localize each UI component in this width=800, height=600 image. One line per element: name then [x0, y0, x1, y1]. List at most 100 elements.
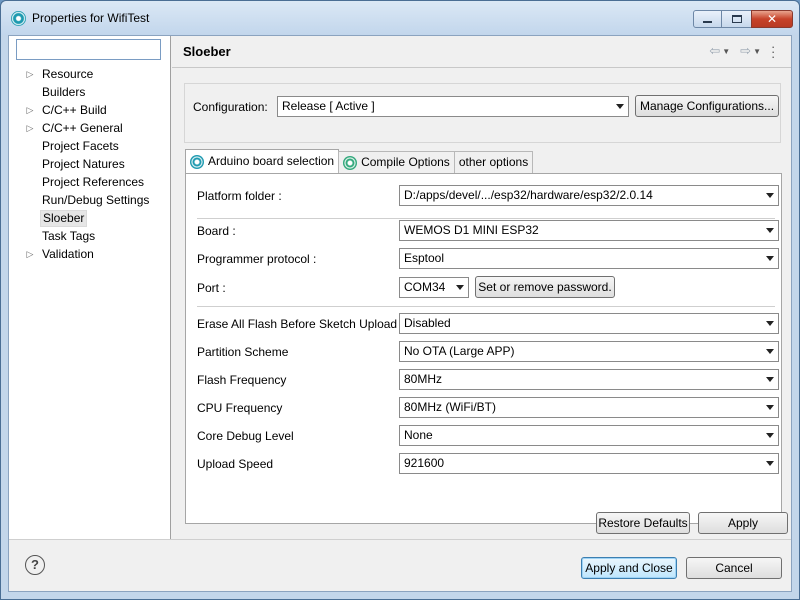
option-label: Flash Frequency — [197, 373, 287, 387]
cpu-frequency-select[interactable]: 80MHz (WiFi/BT) — [399, 397, 779, 418]
option-value: 80MHz — [404, 372, 443, 386]
help-icon[interactable]: ? — [25, 555, 45, 575]
filter-input[interactable] — [16, 39, 161, 60]
sidebar-item-project-facets[interactable]: Project Facets — [9, 137, 169, 155]
chevron-down-icon — [766, 193, 774, 198]
minimize-button[interactable] — [693, 10, 722, 28]
chevron-down-icon — [766, 228, 774, 233]
sidebar-item-label: Project Facets — [42, 139, 119, 153]
sidebar-item-sloeber[interactable]: Sloeber — [9, 209, 169, 227]
property-page: Sloeber ⇦ ▼ ⇨ ▼ · · · Configuration: Relea… — [172, 36, 791, 539]
core-debug-level-select[interactable]: None — [399, 425, 779, 446]
expand-arrow-icon[interactable]: ▷ — [25, 119, 35, 137]
sidebar-item-label: Project References — [42, 175, 145, 189]
tab-other-options[interactable]: other options — [453, 151, 534, 173]
manage-configurations-button[interactable]: Manage Configurations... — [635, 95, 779, 117]
option-label: CPU Frequency — [197, 401, 283, 415]
tab-arduino-board-selection[interactable]: Arduino board selection — [185, 149, 340, 173]
option-label: Erase All Flash Before Sketch Upload — [197, 317, 398, 331]
apply-button[interactable]: Apply — [698, 512, 788, 534]
restore-defaults-button[interactable]: Restore Defaults — [596, 512, 690, 534]
sidebar-item-project-references[interactable]: Project References — [9, 173, 169, 191]
expand-arrow-icon[interactable]: ▷ — [25, 101, 35, 119]
configuration-value: Release [ Active ] — [282, 99, 375, 113]
apply-and-close-button[interactable]: Apply and Close — [581, 557, 677, 579]
cancel-button[interactable]: Cancel — [686, 557, 782, 579]
sidebar-item-label: C/C++ Build — [42, 103, 107, 117]
close-button[interactable]: ✕ — [751, 10, 793, 28]
close-icon: ✕ — [766, 12, 778, 26]
chevron-down-icon — [766, 377, 774, 382]
programmer-protocol-select[interactable]: Esptool — [399, 248, 779, 269]
option-label: Core Debug Level — [197, 429, 294, 443]
chevron-down-icon — [766, 461, 774, 466]
forward-dropdown-icon[interactable]: ▼ — [753, 47, 761, 56]
expand-arrow-icon[interactable]: ▷ — [25, 65, 35, 83]
tab-compile-options[interactable]: Compile Options — [338, 151, 455, 173]
title-bar[interactable]: Properties for WifiTest ✕ — [1, 1, 799, 35]
option-value: 921600 — [404, 456, 445, 470]
properties-dialog: Properties for WifiTest ✕ ▷ Resource Buil… — [0, 0, 800, 600]
option-value: 80MHz (WiFi/BT) — [404, 400, 496, 414]
maximize-icon — [731, 15, 742, 23]
option-value: None — [404, 428, 433, 442]
configuration-select[interactable]: Release [ Active ] — [277, 96, 629, 117]
sidebar-item-project-natures[interactable]: Project Natures — [9, 155, 169, 173]
sidebar-item-label: C/C++ General — [42, 121, 123, 135]
sidebar-item-cpp-build[interactable]: ▷ C/C++ Build — [9, 101, 169, 119]
gear-icon — [343, 155, 358, 170]
option-value: Disabled — [404, 316, 451, 330]
port-select[interactable]: COM34 — [399, 277, 469, 298]
platform-folder-value: D:/apps/devel/.../esp32/hardware/esp32/2… — [404, 188, 653, 202]
divider — [9, 539, 791, 540]
sidebar-item-builders[interactable]: Builders — [9, 83, 169, 101]
platform-folder-select[interactable]: D:/apps/devel/.../esp32/hardware/esp32/2… — [399, 185, 779, 206]
sidebar-item-label: Project Natures — [42, 157, 125, 171]
sidebar-item-task-tags[interactable]: Task Tags — [9, 227, 169, 245]
sidebar-item-label: Validation — [42, 247, 94, 261]
tree: ▷ Resource Builders ▷ C/C++ Build ▷ C/C++ G… — [9, 65, 169, 263]
app-icon — [11, 11, 26, 26]
chevron-down-icon — [766, 433, 774, 438]
set-password-button[interactable]: Set or remove password. — [475, 276, 615, 298]
dialog-body: ▷ Resource Builders ▷ C/C++ Build ▷ C/C++ G… — [8, 35, 792, 592]
back-arrow-icon[interactable]: ⇦ — [709, 43, 720, 59]
back-dropdown-icon[interactable]: ▼ — [722, 47, 730, 56]
property-page-tree: ▷ Resource Builders ▷ C/C++ Build ▷ C/C++ G… — [9, 36, 171, 539]
upload-speed-select[interactable]: 921600 — [399, 453, 779, 474]
option-label: Partition Scheme — [197, 345, 289, 359]
divider — [197, 306, 775, 307]
tab-bar: Arduino board selection Compile Options … — [185, 149, 534, 174]
page-navigation: ⇦ ▼ ⇨ ▼ · · · — [709, 40, 779, 63]
page-title: Sloeber — [183, 44, 231, 59]
chevron-down-icon — [766, 321, 774, 326]
board-label: Board : — [197, 224, 236, 238]
sidebar-item-label: Sloeber — [40, 210, 88, 227]
flash-frequency-select[interactable]: 80MHz — [399, 369, 779, 390]
option-value: No OTA (Large APP) — [404, 344, 515, 358]
option-label: Upload Speed — [197, 457, 274, 471]
sidebar-item-resource[interactable]: ▷ Resource — [9, 65, 169, 83]
sidebar-item-validation[interactable]: ▷ Validation — [9, 245, 169, 263]
chevron-down-icon — [766, 349, 774, 354]
board-value: WEMOS D1 MINI ESP32 — [404, 223, 539, 237]
maximize-button[interactable] — [721, 10, 752, 28]
port-value: COM34 — [404, 280, 446, 294]
partition-scheme-select[interactable]: No OTA (Large APP) — [399, 341, 779, 362]
port-label: Port : — [197, 281, 226, 295]
programmer-protocol-value: Esptool — [404, 251, 445, 265]
sidebar-item-label: Task Tags — [42, 229, 96, 243]
sidebar-item-run-debug-settings[interactable]: Run/Debug Settings — [9, 191, 169, 209]
board-select[interactable]: WEMOS D1 MINI ESP32 — [399, 220, 779, 241]
expand-arrow-icon[interactable]: ▷ — [25, 245, 35, 263]
tab-label: other options — [458, 155, 529, 169]
sidebar-item-label: Resource — [42, 67, 94, 81]
tab-label: Compile Options — [361, 155, 450, 169]
forward-arrow-icon[interactable]: ⇨ — [740, 43, 751, 59]
view-menu-icon[interactable]: · · · — [771, 40, 779, 63]
platform-folder-label: Platform folder : — [197, 189, 282, 203]
chevron-down-icon — [616, 104, 624, 109]
erase-flash-select[interactable]: Disabled — [399, 313, 779, 334]
window-title: Properties for WifiTest — [32, 11, 150, 25]
sidebar-item-cpp-general[interactable]: ▷ C/C++ General — [9, 119, 169, 137]
